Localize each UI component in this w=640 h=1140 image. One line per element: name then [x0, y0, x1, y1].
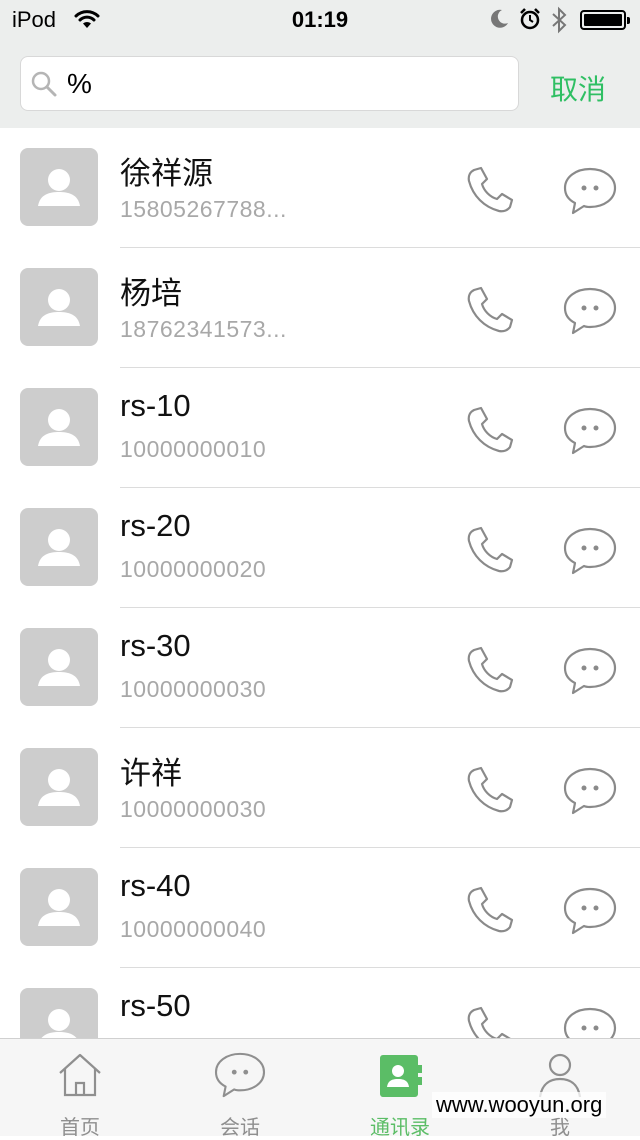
- phone-call-icon[interactable]: [464, 884, 516, 941]
- message-icon[interactable]: [562, 1006, 618, 1038]
- contacts-icon: [376, 1051, 424, 1104]
- message-icon[interactable]: [562, 766, 618, 821]
- phone-call-icon[interactable]: [464, 524, 516, 581]
- contact-name: rs-40: [120, 868, 191, 903]
- person-placeholder-icon: [38, 409, 80, 446]
- tab-chat[interactable]: 会话: [160, 1039, 320, 1139]
- contact-phone: 10000000030: [120, 676, 267, 702]
- moon-icon: [488, 8, 510, 35]
- person-placeholder-icon: [38, 289, 80, 326]
- watermark: www.wooyun.org: [432, 1092, 607, 1118]
- phone-call-icon[interactable]: [464, 1004, 516, 1038]
- cancel-button[interactable]: 取消: [550, 68, 606, 108]
- contact-list: 徐祥源 15805267788... 杨培 18762341573... rs-…: [0, 128, 640, 1038]
- person-placeholder-icon: [38, 769, 80, 806]
- avatar: [20, 268, 98, 346]
- contact-row[interactable]: 徐祥源 15805267788...: [0, 128, 640, 248]
- contact-row[interactable]: 杨培 18762341573...: [0, 248, 640, 368]
- contact-name: rs-30: [120, 628, 191, 663]
- search-input[interactable]: %: [20, 56, 519, 111]
- contact-phone: 18762341573...: [120, 316, 287, 342]
- battery-icon: [580, 10, 630, 30]
- chat-icon: [213, 1051, 267, 1104]
- contact-name: 许祥: [120, 756, 182, 791]
- phone-call-icon[interactable]: [464, 284, 516, 341]
- contact-row[interactable]: rs-20 10000000020: [0, 488, 640, 608]
- search-value: %: [67, 68, 92, 99]
- message-icon[interactable]: [562, 166, 618, 221]
- phone-call-icon[interactable]: [464, 644, 516, 701]
- phone-call-icon[interactable]: [464, 404, 516, 461]
- status-bar: iPod 01:19: [0, 0, 640, 40]
- person-placeholder-icon: [38, 529, 80, 566]
- message-icon[interactable]: [562, 646, 618, 701]
- contact-name: 杨培: [120, 276, 182, 311]
- person-placeholder-icon: [41, 1009, 77, 1038]
- message-icon[interactable]: [562, 286, 618, 341]
- contact-row[interactable]: 许祥 10000000030: [0, 728, 640, 848]
- avatar: [20, 988, 98, 1038]
- avatar: [20, 748, 98, 826]
- tab-home[interactable]: 首页: [0, 1039, 160, 1139]
- contact-row[interactable]: rs-10 10000000010: [0, 368, 640, 488]
- contact-phone: 10000000030: [120, 796, 267, 822]
- person-placeholder-icon: [38, 169, 80, 206]
- search-bar: % 取消: [0, 40, 640, 128]
- message-icon[interactable]: [562, 886, 618, 941]
- phone-call-icon[interactable]: [464, 164, 516, 221]
- contact-phone: 10000000010: [120, 436, 267, 462]
- avatar: [20, 388, 98, 466]
- tab-me[interactable]: 我: [480, 1039, 640, 1139]
- contact-phone: 10000000020: [120, 556, 267, 582]
- avatar: [20, 508, 98, 586]
- search-icon: [30, 70, 58, 103]
- contact-name: rs-50: [120, 988, 191, 1023]
- contact-phone: 15805267788...: [120, 196, 287, 222]
- alarm-icon: [518, 7, 542, 36]
- avatar: [20, 868, 98, 946]
- contact-row[interactable]: rs-50: [0, 968, 640, 1038]
- tab-bar: 首页 会话 通讯录 我: [0, 1038, 640, 1139]
- contact-name: rs-20: [120, 508, 191, 543]
- avatar: [20, 148, 98, 226]
- contact-phone: 10000000040: [120, 916, 267, 942]
- contact-name: 徐祥源: [120, 156, 213, 191]
- phone-call-icon[interactable]: [464, 764, 516, 821]
- contact-row[interactable]: rs-40 10000000040: [0, 848, 640, 968]
- person-placeholder-icon: [38, 649, 80, 686]
- avatar: [20, 628, 98, 706]
- bluetooth-icon: [550, 6, 568, 39]
- clock: 01:19: [291, 7, 349, 32]
- message-icon[interactable]: [562, 526, 618, 581]
- message-icon[interactable]: [562, 406, 618, 461]
- contact-name: rs-10: [120, 388, 191, 423]
- contact-row[interactable]: rs-30 10000000030: [0, 608, 640, 728]
- tab-contacts[interactable]: 通讯录: [320, 1039, 480, 1139]
- home-icon: [56, 1051, 104, 1104]
- person-placeholder-icon: [38, 889, 80, 926]
